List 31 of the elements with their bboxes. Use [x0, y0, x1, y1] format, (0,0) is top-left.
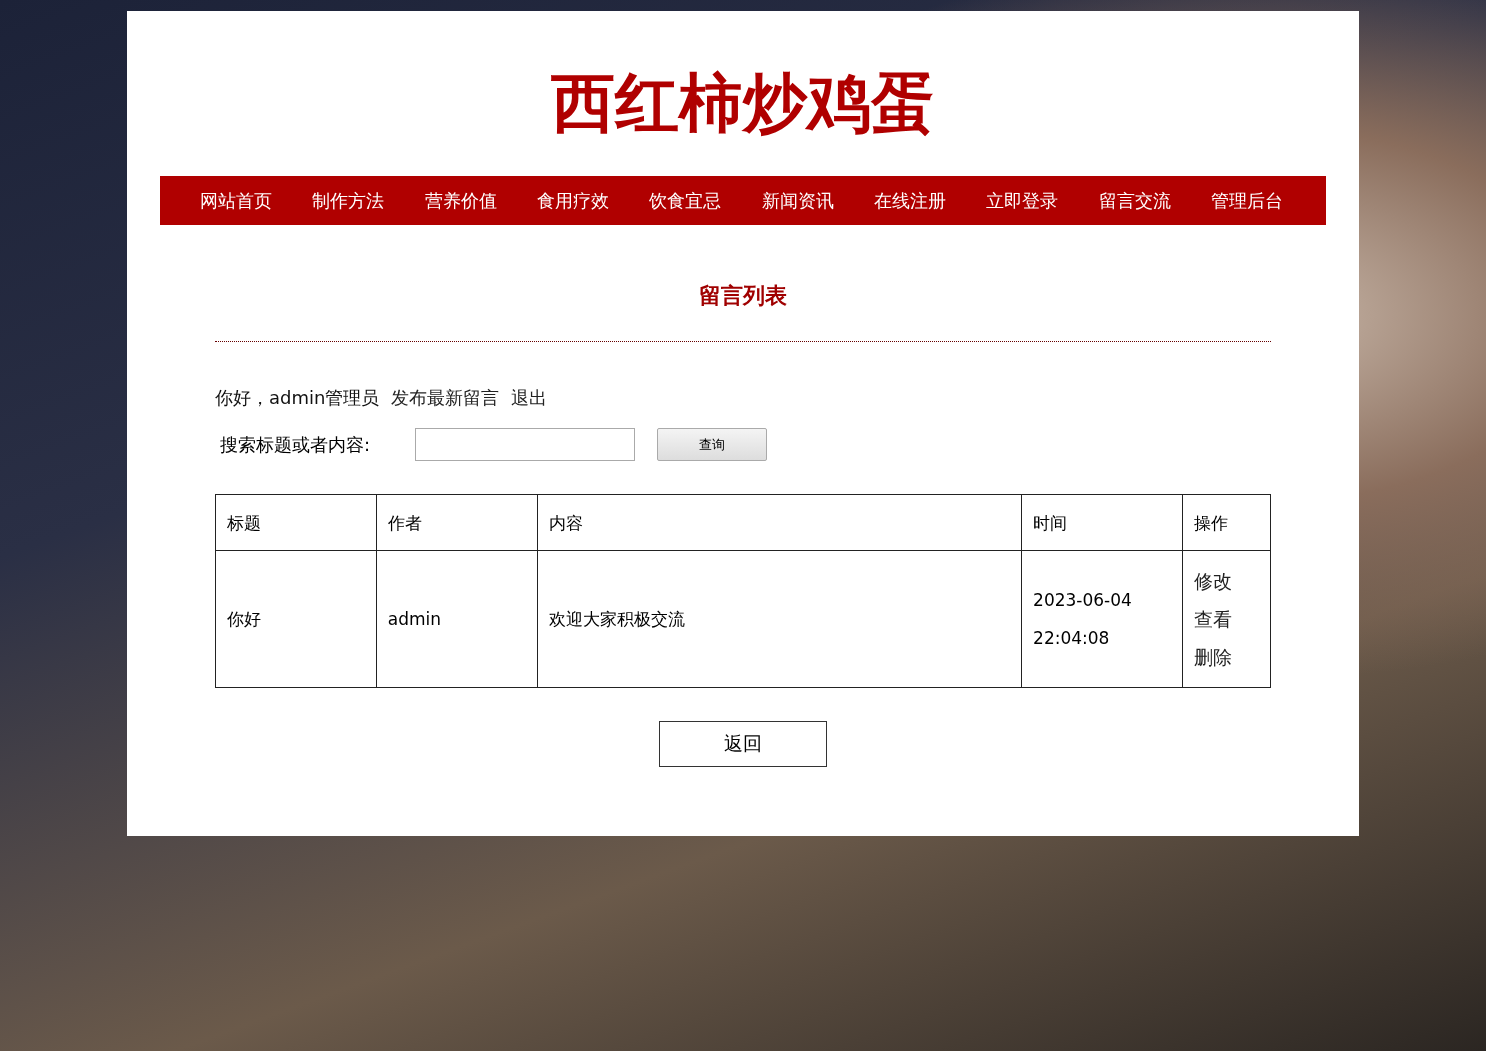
nav-link[interactable]: 发布最新留言 [391, 386, 500, 410]
search-field[interactable] [415, 428, 635, 461]
header-cell: 内容 [537, 494, 1022, 551]
section-heading: 留言列表 [699, 282, 787, 310]
action-link[interactable]: 查看 [1194, 600, 1259, 638]
header-cell: 操作 [1182, 494, 1271, 551]
action-link[interactable]: 修改 [1194, 562, 1259, 600]
nav-link[interactable]: 在线注册 [853, 176, 967, 225]
header-cell: 标题 [215, 494, 377, 551]
nav-link[interactable]: 退出 [511, 386, 548, 410]
search-label: 搜索标题或者内容: [220, 432, 372, 457]
nav-link[interactable]: 新闻资讯 [741, 176, 854, 225]
nav-link[interactable]: 饮食宜忌 [629, 176, 742, 225]
nav-link[interactable]: 网站首页 [180, 176, 293, 225]
table-cell: 2023-06-04 22:04:08 [1021, 550, 1183, 688]
action-link[interactable]: 删除 [1194, 638, 1259, 676]
back-button[interactable]: 返回 [659, 721, 827, 767]
site-title: 西红柿炒鸡蛋 [551, 71, 935, 142]
nav-link[interactable]: 营养价值 [404, 176, 517, 225]
greeting-text: 你好，admin管理员 [215, 386, 380, 410]
nav-link[interactable]: 立即登录 [966, 176, 1079, 225]
nav-link[interactable]: 留言交流 [1078, 176, 1191, 225]
nav-link[interactable]: 制作方法 [292, 176, 405, 225]
nav-link[interactable]: 管理后台 [1190, 176, 1303, 225]
table-cell: admin [376, 550, 538, 688]
search-button[interactable]: 查询 [657, 428, 767, 461]
header-cell: 时间 [1021, 494, 1183, 551]
table-cell: 欢迎大家积极交流 [537, 550, 1022, 688]
nav-link[interactable]: 食用疗效 [516, 176, 630, 225]
header-cell: 作者 [376, 494, 538, 551]
table-cell: 你好 [215, 550, 377, 688]
